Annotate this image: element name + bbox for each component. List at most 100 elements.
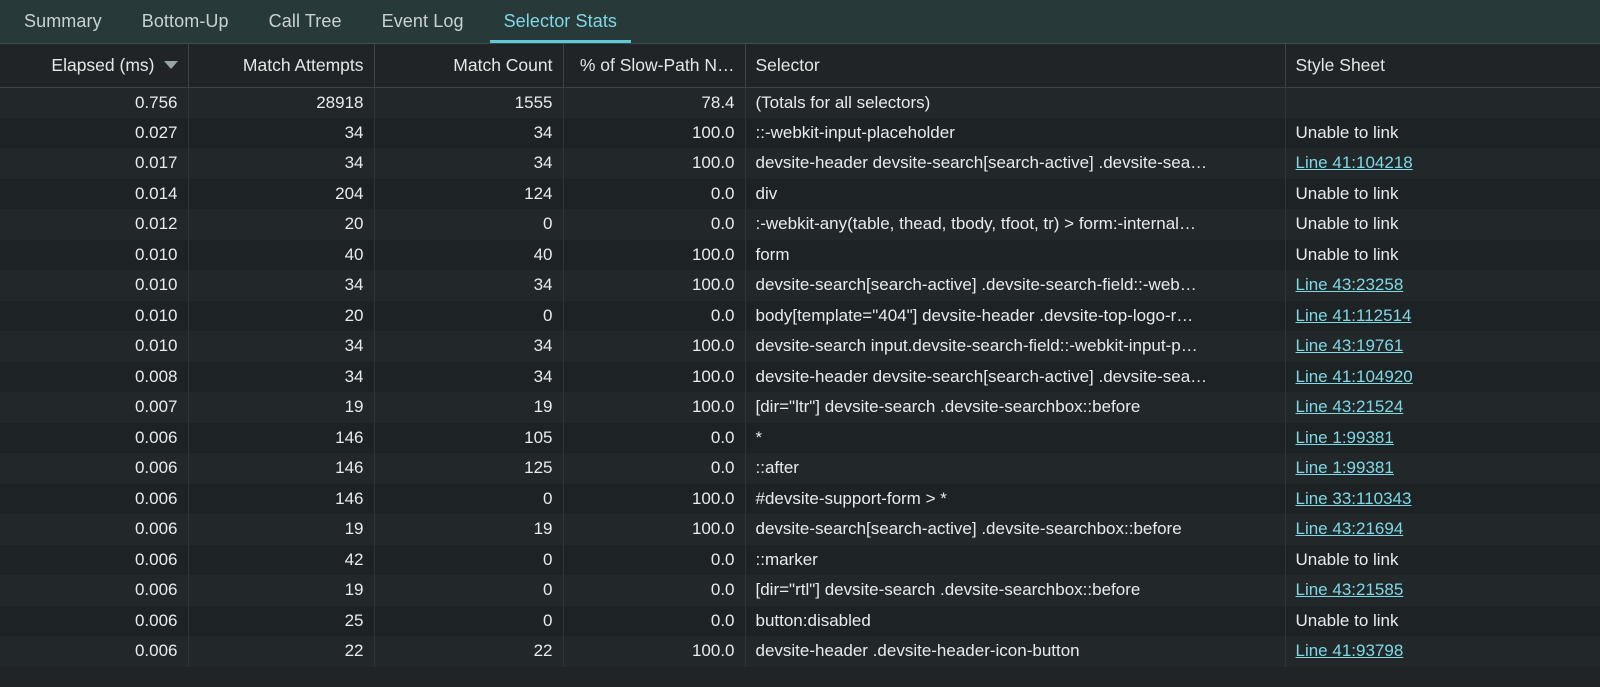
cell-style-sheet: Unable to link [1285,545,1600,576]
cell-elapsed: 0.017 [0,148,188,179]
table-row[interactable]: 0.0062500.0button:disabledUnable to link [0,606,1600,637]
style-sheet-link[interactable]: Line 43:19761 [1296,336,1404,355]
table-row[interactable]: 0.0102000.0body[template="404"] devsite-… [0,301,1600,332]
cell-style-sheet: Line 43:21694 [1285,514,1600,545]
cell-match-attempts: 40 [188,240,374,271]
sort-descending-icon [164,61,178,69]
table-row[interactable]: 0.0122000.0:-webkit-any(table, thead, tb… [0,209,1600,240]
cell-match-attempts: 146 [188,453,374,484]
header-row: Elapsed (ms) Match Attempts Match Count … [0,44,1600,87]
style-sheet-link[interactable]: Line 41:112514 [1296,306,1412,325]
tab-call-tree[interactable]: Call Tree [249,0,362,43]
column-header-slow-path-non-matches[interactable]: % of Slow-Path N… [563,44,745,87]
table-row[interactable]: 0.0061461050.0*Line 1:99381 [0,423,1600,454]
cell-elapsed: 0.027 [0,118,188,149]
cell-match-attempts: 20 [188,209,374,240]
style-sheet-link[interactable]: Line 43:23258 [1296,275,1404,294]
style-sheet-link[interactable]: Line 1:99381 [1296,458,1394,477]
cell-style-sheet: Line 43:23258 [1285,270,1600,301]
cell-match-attempts: 20 [188,301,374,332]
style-sheet-link[interactable]: Line 41:104920 [1296,367,1413,386]
cell-match-attempts: 19 [188,575,374,606]
cell-style-sheet: Line 43:21524 [1285,392,1600,423]
cell-elapsed: 0.006 [0,636,188,667]
cell-match-count: 34 [374,148,563,179]
cell-match-attempts: 28918 [188,87,374,118]
table-row[interactable]: 0.0104040100.0formUnable to link [0,240,1600,271]
cell-selector: [dir="ltr"] devsite-search .devsite-sear… [745,392,1285,423]
tab-bottom-up[interactable]: Bottom-Up [122,0,249,43]
style-sheet-link[interactable]: Line 41:104218 [1296,153,1413,172]
style-sheet-text: Unable to link [1296,123,1399,142]
style-sheet-link[interactable]: Line 43:21694 [1296,519,1404,538]
cell-selector: [dir="rtl"] devsite-search .devsite-sear… [745,575,1285,606]
cell-slow-path-percent: 0.0 [563,209,745,240]
table-row[interactable]: 0.0083434100.0devsite-header devsite-sea… [0,362,1600,393]
cell-style-sheet: Line 43:19761 [1285,331,1600,362]
style-sheet-link[interactable]: Line 43:21524 [1296,397,1404,416]
column-header-selector[interactable]: Selector [745,44,1285,87]
column-header-match-attempts[interactable]: Match Attempts [188,44,374,87]
cell-match-count: 0 [374,209,563,240]
cell-selector: ::after [745,453,1285,484]
table-row[interactable]: 0.0061461250.0::afterLine 1:99381 [0,453,1600,484]
style-sheet-link[interactable]: Line 41:93798 [1296,641,1404,660]
cell-slow-path-percent: 0.0 [563,423,745,454]
style-sheet-link[interactable]: Line 43:21585 [1296,580,1404,599]
cell-slow-path-percent: 100.0 [563,636,745,667]
table-row[interactable]: 0.0142041240.0divUnable to link [0,179,1600,210]
cell-selector: :-webkit-any(table, thead, tbody, tfoot,… [745,209,1285,240]
cell-slow-path-percent: 100.0 [563,331,745,362]
cell-slow-path-percent: 100.0 [563,148,745,179]
cell-match-count: 0 [374,484,563,515]
table-row[interactable]: 0.0064200.0::markerUnable to link [0,545,1600,576]
style-sheet-text: Unable to link [1296,611,1399,630]
cell-match-count: 125 [374,453,563,484]
column-header-style-sheet[interactable]: Style Sheet [1285,44,1600,87]
column-header-label: Elapsed (ms) [51,55,154,75]
table-row[interactable]: 0.0061919100.0devsite-search[search-acti… [0,514,1600,545]
cell-match-count: 0 [374,545,563,576]
cell-elapsed: 0.007 [0,392,188,423]
cell-slow-path-percent: 100.0 [563,240,745,271]
table-row[interactable]: 0.0173434100.0devsite-header devsite-sea… [0,148,1600,179]
column-header-elapsed[interactable]: Elapsed (ms) [0,44,188,87]
cell-elapsed: 0.006 [0,453,188,484]
table-row[interactable]: 0.0071919100.0[dir="ltr"] devsite-search… [0,392,1600,423]
tab-summary[interactable]: Summary [4,0,122,43]
cell-match-count: 19 [374,392,563,423]
table-row[interactable]: 0.0061460100.0#devsite-support-form > *L… [0,484,1600,515]
cell-style-sheet: Line 1:99381 [1285,453,1600,484]
tab-event-log[interactable]: Event Log [362,0,484,43]
cell-match-count: 105 [374,423,563,454]
cell-match-count: 0 [374,301,563,332]
cell-match-count: 34 [374,331,563,362]
cell-selector: devsite-header .devsite-header-icon-butt… [745,636,1285,667]
cell-slow-path-percent: 100.0 [563,362,745,393]
table-row[interactable]: 0.0103434100.0devsite-search input.devsi… [0,331,1600,362]
cell-slow-path-percent: 78.4 [563,87,745,118]
table-row[interactable]: 0.75628918155578.4(Totals for all select… [0,87,1600,118]
table-row[interactable]: 0.0062222100.0devsite-header .devsite-he… [0,636,1600,667]
style-sheet-text: Unable to link [1296,184,1399,203]
cell-match-attempts: 19 [188,392,374,423]
table-row[interactable]: 0.0061900.0[dir="rtl"] devsite-search .d… [0,575,1600,606]
style-sheet-link[interactable]: Line 1:99381 [1296,428,1394,447]
cell-style-sheet: Line 41:104218 [1285,148,1600,179]
cell-match-attempts: 19 [188,514,374,545]
table-row[interactable]: 0.0273434100.0::-webkit-input-placeholde… [0,118,1600,149]
cell-style-sheet: Unable to link [1285,179,1600,210]
cell-match-count: 0 [374,606,563,637]
table-row[interactable]: 0.0103434100.0devsite-search[search-acti… [0,270,1600,301]
cell-style-sheet: Line 33:110343 [1285,484,1600,515]
cell-match-count: 22 [374,636,563,667]
style-sheet-link[interactable]: Line 33:110343 [1296,489,1412,508]
cell-match-attempts: 34 [188,362,374,393]
cell-slow-path-percent: 100.0 [563,270,745,301]
tab-selector-stats[interactable]: Selector Stats [484,0,637,43]
panel-tabbar: Summary Bottom-Up Call Tree Event Log Se… [0,0,1600,44]
column-header-match-count[interactable]: Match Count [374,44,563,87]
cell-elapsed: 0.006 [0,423,188,454]
cell-selector: * [745,423,1285,454]
cell-selector: (Totals for all selectors) [745,87,1285,118]
